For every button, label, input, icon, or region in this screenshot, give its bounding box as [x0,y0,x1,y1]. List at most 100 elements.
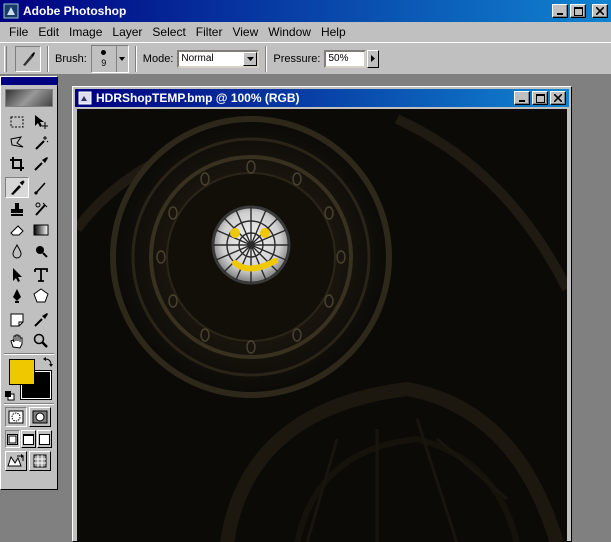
mode-value: Normal [181,53,214,64]
menu-bar: File Edit Image Layer Select Filter View… [0,22,611,42]
menu-help[interactable]: Help [316,25,351,39]
brush-picker[interactable]: 9 [90,44,129,73]
standard-mode-icon [8,410,24,424]
foreground-color-swatch[interactable] [9,359,35,385]
web-icon-button[interactable] [29,451,51,471]
blur-icon [12,243,22,258]
burn-tool[interactable] [29,240,53,261]
path-select-tool[interactable] [5,264,29,285]
brush-preview-icon [101,49,107,55]
zoom-tool[interactable] [29,330,53,351]
toolbox-title-bar[interactable] [1,77,57,85]
move-icon [35,114,48,129]
pen-icon [13,288,21,303]
pressure-input[interactable]: 50% [324,49,367,68]
swap-colors-icon[interactable] [43,357,53,367]
airbrush-tool[interactable] [5,177,29,198]
document-title-bar[interactable]: HDRShopTEMP.bmp @ 100% (RGB) [75,89,569,107]
rubber-stamp-tool[interactable] [5,198,29,219]
notes-tool[interactable] [5,309,29,330]
marquee-tool[interactable] [5,111,29,132]
close-icon [554,94,562,102]
photoshop-logo-icon[interactable] [5,89,53,107]
menu-select[interactable]: Select [147,25,190,39]
paintbrush-icon [33,181,46,195]
paintbrush-tool[interactable] [29,177,53,198]
shape-icon [33,287,49,302]
blur-tool[interactable] [5,240,29,261]
menu-window[interactable]: Window [263,25,316,39]
history-brush-tool[interactable] [29,198,53,219]
full-screen-menu-mode-button[interactable] [21,430,36,448]
color-sampler-icon [34,312,48,327]
airbrush-icon [23,51,35,66]
lasso-tool[interactable] [5,132,29,153]
full-screen-icon [39,433,50,445]
mode-label: Mode: [142,52,174,65]
color-sampler-tool[interactable] [29,309,53,330]
doc-minimize-button[interactable] [514,91,530,105]
brush-label: Brush: [55,52,87,65]
imageready-jump-icon [7,454,24,467]
shape-tool[interactable] [29,285,53,306]
hand-tool[interactable] [5,330,29,351]
doc-close-button[interactable] [550,91,566,105]
move-tool[interactable] [29,111,53,132]
quick-mask-mode-button[interactable] [29,407,51,427]
web-grid-icon [33,454,47,468]
menu-file[interactable]: File [4,25,33,39]
app-title-bar[interactable]: Adobe Photoshop [0,0,611,22]
triangle-down-icon [119,56,126,61]
type-tool[interactable] [29,264,53,285]
menu-layer[interactable]: Layer [107,25,147,39]
doc-maximize-button[interactable] [532,91,548,105]
minimize-icon [557,13,563,15]
document-icon [78,91,92,105]
brush-size: 9 [101,57,107,68]
history-brush-icon [35,202,48,216]
standard-screen-mode-button[interactable] [5,430,20,448]
minimize-icon [519,100,525,102]
options-bar-grip[interactable] [4,45,7,72]
eraser-icon [10,224,24,235]
standard-mode-button[interactable] [5,407,27,427]
lasso-icon [10,135,24,147]
menu-image[interactable]: Image [64,25,107,39]
crop-tool[interactable] [5,153,29,174]
pressure-slider-button[interactable] [367,49,380,68]
eyedropper-tool[interactable] [29,153,53,174]
mode-select[interactable]: Normal [177,49,260,68]
color-swatches [5,357,53,401]
path-select-icon [13,267,22,282]
close-button[interactable] [592,4,608,18]
jump-to-imageready-button[interactable] [5,451,27,471]
brush-dropdown-arrow[interactable] [115,45,128,72]
magic-wand-icon [35,135,49,150]
maximize-button[interactable] [570,4,586,18]
photoshop-app-icon[interactable] [3,3,19,19]
menu-filter[interactable]: Filter [191,25,228,39]
menu-edit[interactable]: Edit [33,25,64,39]
zoom-icon [33,333,48,348]
tool-preset-picker[interactable] [15,45,41,72]
marquee-icon [10,116,24,127]
pen-tool[interactable] [5,285,29,306]
image-canvas[interactable] [77,109,567,542]
notes-icon [10,313,24,326]
minimize-button[interactable] [552,4,568,18]
gradient-tool[interactable] [29,219,53,240]
toolbox [0,76,58,490]
pressure-label: Pressure: [273,52,321,65]
default-colors-icon[interactable] [5,391,15,401]
dome-photo [77,109,567,542]
mode-dropdown-arrow[interactable] [243,51,258,66]
options-bar: Brush: 9 Mode: Normal Pressure: 50% [0,42,611,75]
eraser-tool[interactable] [5,219,29,240]
magic-wand-tool[interactable] [29,132,53,153]
full-screen-mode-button[interactable] [37,430,52,448]
menu-view[interactable]: View [227,25,263,39]
maximize-icon [535,93,545,103]
triangle-down-icon [246,56,254,61]
gradient-icon [33,224,49,235]
hand-icon [10,334,23,349]
